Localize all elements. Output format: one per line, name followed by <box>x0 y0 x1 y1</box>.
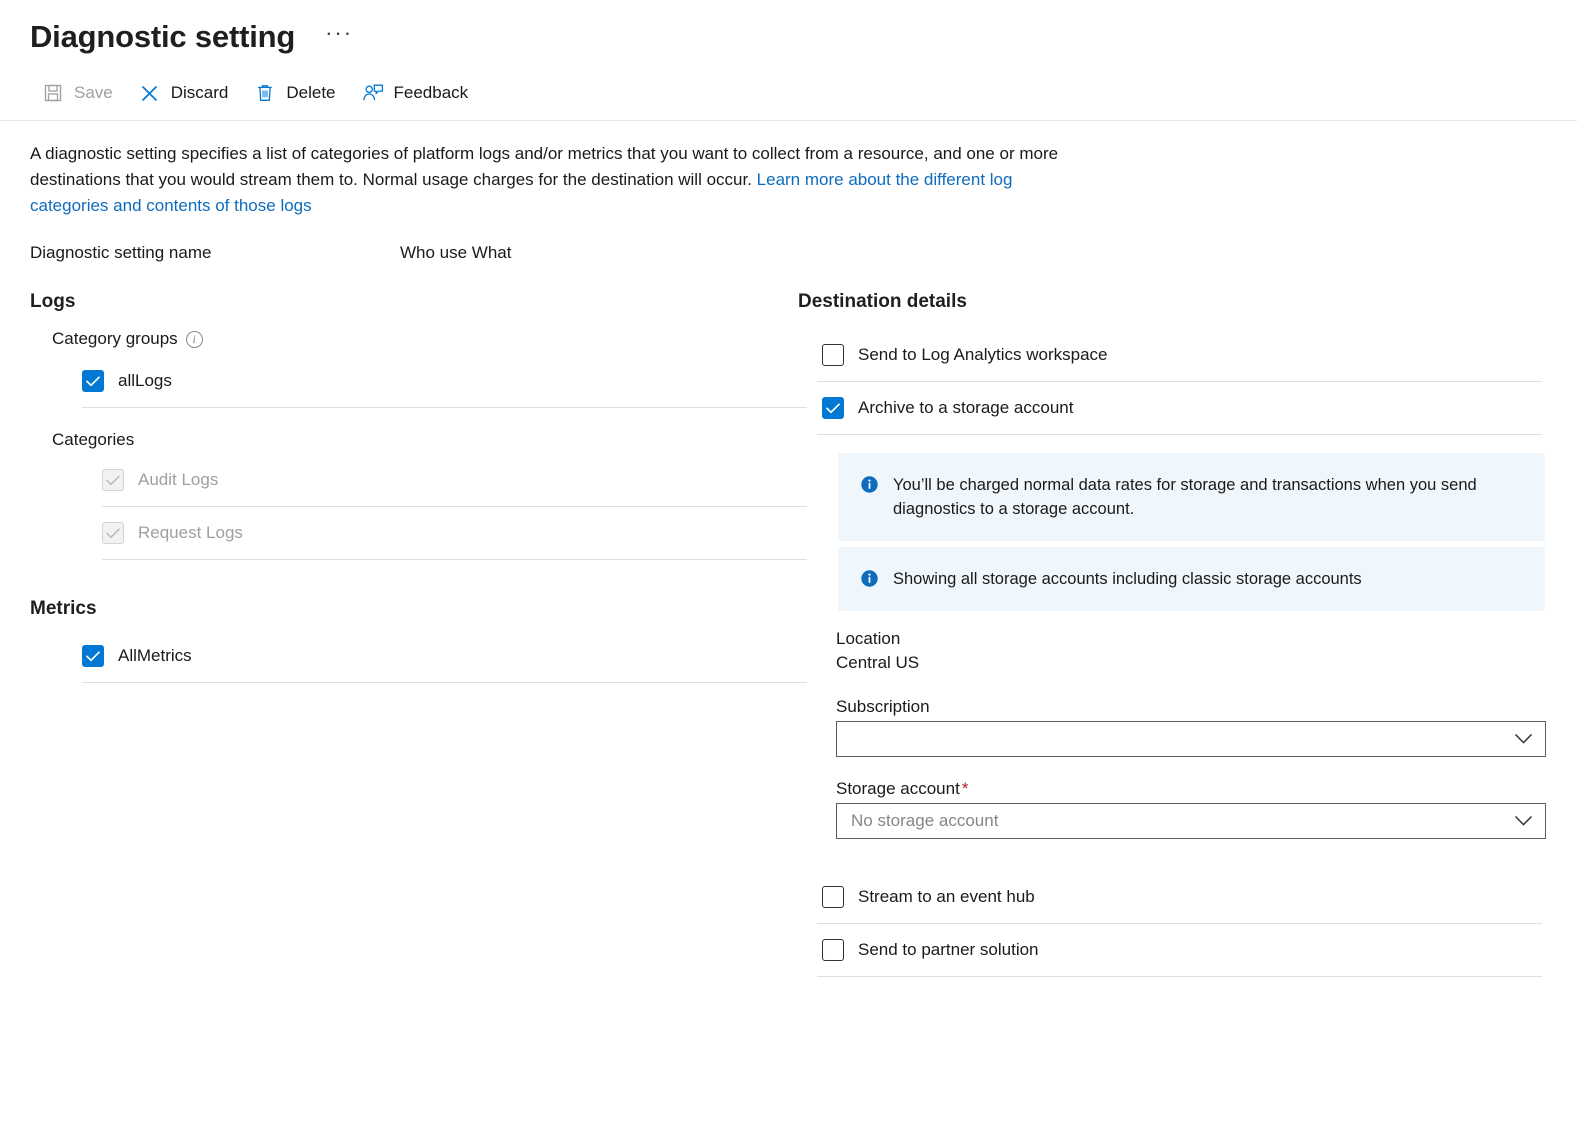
categories-label-row: Categories <box>52 430 790 450</box>
checkbox-row-partner-solution[interactable]: Send to partner solution <box>822 924 1577 976</box>
allmetrics-checkbox[interactable] <box>82 645 104 667</box>
storage-charges-banner-text: You’ll be charged normal data rates for … <box>893 473 1523 521</box>
page-title: Diagnostic setting <box>30 18 295 55</box>
storage-account-select[interactable]: No storage account <box>836 803 1546 839</box>
chevron-down-icon <box>1514 815 1533 827</box>
destination-details-heading: Destination details <box>798 291 1577 313</box>
storage-account-checkbox[interactable] <box>822 397 844 419</box>
diagnostic-setting-name-row: Diagnostic setting name Who use What <box>0 219 1577 263</box>
delete-button[interactable]: Delete <box>242 78 349 108</box>
logs-metrics-column: Logs Category groups i allLogs Categorie… <box>0 291 790 683</box>
request-logs-checkbox <box>102 522 124 544</box>
discard-button[interactable]: Discard <box>127 78 243 108</box>
subscription-field: Subscription <box>836 697 1546 757</box>
checkbox-row-log-analytics[interactable]: Send to Log Analytics workspace <box>822 329 1577 381</box>
checkbox-row-storage-account[interactable]: Archive to a storage account <box>822 382 1577 434</box>
subscription-select[interactable] <box>836 721 1546 757</box>
checkbox-row-request-logs: Request Logs <box>102 507 790 559</box>
checkbox-row-audit-logs: Audit Logs <box>102 454 790 506</box>
storage-account-value: No storage account <box>851 811 998 831</box>
save-button[interactable]: Save <box>30 78 127 108</box>
event-hub-checkbox[interactable] <box>822 886 844 908</box>
feedback-label: Feedback <box>394 83 469 103</box>
more-options-button[interactable]: ··· <box>319 18 359 56</box>
storage-account-field-label: Storage account* <box>836 779 1546 799</box>
divider <box>82 682 807 683</box>
storage-account-field: Storage account* No storage account <box>836 779 1546 839</box>
log-analytics-checkbox[interactable] <box>822 344 844 366</box>
categories-label: Categories <box>52 430 134 450</box>
delete-icon <box>254 82 276 104</box>
request-logs-label: Request Logs <box>138 523 243 543</box>
discard-icon <box>139 82 161 104</box>
location-value: Central US <box>836 653 1546 673</box>
divider <box>82 407 807 408</box>
info-filled-icon <box>860 475 879 494</box>
destination-details-column: Destination details Send to Log Analytic… <box>790 291 1577 977</box>
logs-heading: Logs <box>30 291 790 313</box>
required-indicator: * <box>962 779 969 798</box>
divider <box>102 559 807 560</box>
discard-label: Discard <box>171 83 229 103</box>
classic-accounts-banner-text: Showing all storage accounts including c… <box>893 567 1362 591</box>
storage-account-label: Archive to a storage account <box>858 398 1073 418</box>
allmetrics-label: AllMetrics <box>118 646 192 666</box>
chevron-down-icon <box>1514 733 1533 745</box>
storage-account-field-label-text: Storage account <box>836 779 960 798</box>
save-icon <box>42 82 64 104</box>
divider <box>817 976 1542 977</box>
classic-accounts-banner: Showing all storage accounts including c… <box>838 547 1545 611</box>
log-analytics-label: Send to Log Analytics workspace <box>858 345 1107 365</box>
content-columns: Logs Category groups i allLogs Categorie… <box>0 263 1577 977</box>
location-label: Location <box>836 629 1546 649</box>
subscription-label: Subscription <box>836 697 1546 717</box>
metrics-heading: Metrics <box>30 598 790 620</box>
save-label: Save <box>74 83 113 103</box>
info-icon[interactable]: i <box>186 331 203 348</box>
checkbox-row-event-hub[interactable]: Stream to an event hub <box>822 871 1577 923</box>
event-hub-label: Stream to an event hub <box>858 887 1035 907</box>
description-text: A diagnostic setting specifies a list of… <box>0 121 1090 219</box>
feedback-button[interactable]: Feedback <box>350 78 483 108</box>
checkbox-row-alllogs[interactable]: allLogs <box>82 355 790 407</box>
category-groups-label: Category groups <box>52 329 178 349</box>
diagnostic-setting-name-input[interactable]: Who use What <box>400 243 512 263</box>
feedback-icon <box>362 82 384 104</box>
delete-label: Delete <box>286 83 335 103</box>
alllogs-label: allLogs <box>118 371 172 391</box>
checkbox-row-allmetrics[interactable]: AllMetrics <box>82 630 790 682</box>
page-header: Diagnostic setting ··· <box>0 0 1577 56</box>
info-filled-icon <box>860 569 879 588</box>
command-bar: Save Discard Delete Fee <box>0 56 1577 121</box>
category-groups-label-row: Category groups i <box>52 329 790 349</box>
audit-logs-checkbox <box>102 469 124 491</box>
partner-solution-label: Send to partner solution <box>858 940 1039 960</box>
location-field: Location Central US <box>836 629 1546 673</box>
audit-logs-label: Audit Logs <box>138 470 218 490</box>
alllogs-checkbox[interactable] <box>82 370 104 392</box>
storage-charges-banner: You’ll be charged normal data rates for … <box>838 453 1545 541</box>
partner-solution-checkbox[interactable] <box>822 939 844 961</box>
diagnostic-setting-name-label: Diagnostic setting name <box>30 243 400 263</box>
